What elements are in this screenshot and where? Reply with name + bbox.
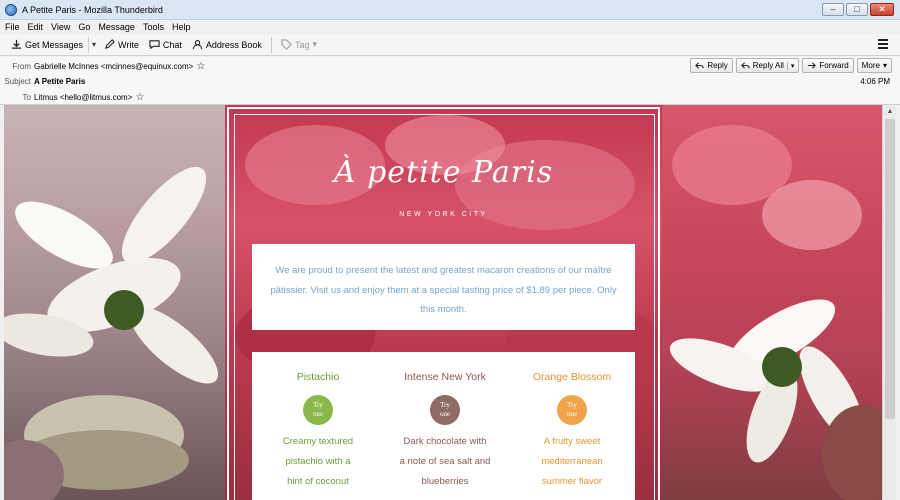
scrollbar-thumb[interactable] (885, 119, 895, 419)
one-label: one (439, 410, 451, 418)
flowers-background-right (662, 105, 882, 500)
subject-label: Subject (4, 77, 31, 86)
to-value[interactable]: Litmus <hello@litmus.com> (34, 93, 132, 102)
reply-icon (695, 62, 704, 69)
reply-all-button[interactable]: Reply All ▾ (735, 58, 800, 73)
chat-bubble-icon (149, 40, 160, 50)
window-title: A Petite Paris - Mozilla Thunderbird (22, 4, 163, 15)
product-description: Dark chocolate with a note of sea salt a… (385, 432, 505, 492)
write-button[interactable]: Write (99, 36, 144, 54)
menu-help[interactable]: Help (172, 22, 191, 32)
header-action-buttons: Reply Reply All ▾ Forward More ▾ (690, 58, 892, 73)
menu-edit[interactable]: Edit (28, 22, 44, 32)
download-icon (11, 39, 22, 49)
get-messages-button[interactable]: Get Messages (6, 36, 88, 54)
subject-value: A Petite Paris (34, 77, 86, 86)
products-panel: Pistachio Try one Creamy textured pistac… (252, 352, 635, 500)
try-one-button[interactable]: Try one (557, 395, 587, 425)
try-one-button[interactable]: Try one (430, 395, 460, 425)
address-book-button[interactable]: Address Book (187, 36, 267, 54)
thunderbird-app-icon (5, 3, 17, 16)
description-line: Creamy textured (282, 436, 354, 447)
to-row: To Litmus <hello@litmus.com> ☆ (0, 90, 145, 105)
to-star-icon[interactable]: ☆ (135, 92, 144, 103)
tag-dropdown-icon: ▾ (312, 39, 317, 49)
description-line: Dark chocolate with (403, 436, 487, 447)
pencil-icon (105, 39, 115, 50)
subject-row: Subject A Petite Paris (0, 74, 85, 89)
get-messages-label: Get Messages (25, 39, 84, 50)
reply-all-icon (740, 62, 750, 69)
reply-button[interactable]: Reply (690, 58, 733, 73)
try-one-button[interactable]: Try one (303, 395, 333, 425)
more-label: More (861, 61, 880, 70)
from-value[interactable]: Gabrielle McInnes <mcinnes@equinux.com> (34, 62, 193, 71)
product-description: Creamy textured pistachio with a hint of… (258, 432, 378, 492)
forward-label: Forward (819, 61, 849, 70)
maximize-button[interactable]: □ (846, 3, 868, 16)
menu-file[interactable]: File (5, 22, 20, 32)
tag-icon (281, 39, 292, 50)
scroll-up-arrow-icon[interactable]: ▲ (883, 105, 897, 117)
toolbar-separator (270, 36, 272, 53)
main-toolbar: Get Messages ▾ Write Chat Address Book T… (0, 34, 900, 56)
message-time: 4:06 PM (860, 77, 890, 86)
reply-label: Reply (707, 61, 728, 70)
chat-label: Chat (162, 39, 182, 50)
try-label: Try (313, 401, 323, 409)
more-dropdown-icon: ▾ (882, 61, 887, 70)
product-description: A fruity sweet mediterranean summer flav… (512, 432, 632, 492)
from-row: From Gabrielle McInnes <mcinnes@equinux.… (0, 59, 205, 74)
brand-city: NEW YORK CITY (399, 211, 488, 218)
product-name: Intense New York (404, 371, 486, 383)
product-name: Pistachio (296, 371, 340, 383)
description-line: mediterranean (541, 456, 603, 467)
description-line: a note of sea salt and (399, 456, 491, 467)
message-scrollbar[interactable]: ▲ (882, 105, 896, 500)
app-menu-icon[interactable] (878, 39, 888, 49)
minimize-button[interactable]: – (822, 3, 844, 16)
address-book-label: Address Book (205, 39, 262, 50)
menu-view[interactable]: View (51, 22, 70, 32)
one-label: one (312, 410, 324, 418)
product-name: Orange Blossom (532, 371, 612, 383)
menu-message[interactable]: Message (98, 22, 135, 32)
reply-all-dropdown-icon[interactable]: ▾ (786, 61, 794, 70)
write-label: Write (118, 39, 139, 50)
one-label: one (566, 410, 578, 418)
close-button[interactable]: ✕ (870, 3, 894, 16)
try-label: Try (440, 401, 450, 409)
menu-go[interactable]: Go (78, 22, 90, 32)
more-button[interactable]: More ▾ (856, 58, 892, 73)
chat-button[interactable]: Chat (144, 36, 187, 54)
contact-icon (192, 40, 203, 50)
get-messages-dropdown[interactable]: ▾ (88, 36, 99, 53)
description-line: hint of coconut (287, 476, 349, 487)
intro-text: We are proud to present the latest and g… (252, 244, 635, 330)
flowers-background-left (4, 105, 225, 500)
message-body: À petite Paris NEW YORK CITY We are prou… (4, 105, 882, 500)
menu-tools[interactable]: Tools (143, 22, 164, 32)
description-line: summer flavor (541, 476, 603, 487)
message-header: From Gabrielle McInnes <mcinnes@equinux.… (0, 57, 900, 105)
reply-all-label: Reply All (752, 61, 784, 70)
menu-bar: File Edit View Go Message Tools Help (0, 20, 900, 34)
tag-button[interactable]: Tag ▾ (276, 36, 322, 54)
forward-button[interactable]: Forward (802, 58, 854, 73)
description-line: A fruity sweet (543, 436, 601, 447)
window-controls: – □ ✕ (822, 3, 894, 16)
try-label: Try (567, 401, 577, 409)
brand-logo: À petite Paris (333, 155, 554, 190)
from-label: From (12, 62, 31, 71)
forward-icon (808, 62, 817, 69)
description-line: pistachio with a (285, 456, 351, 467)
title-bar: A Petite Paris - Mozilla Thunderbird – □… (0, 0, 900, 20)
to-label: To (22, 93, 31, 102)
from-star-icon[interactable]: ☆ (196, 61, 205, 72)
description-line: blueberries (421, 476, 469, 487)
tag-label: Tag (294, 39, 310, 50)
